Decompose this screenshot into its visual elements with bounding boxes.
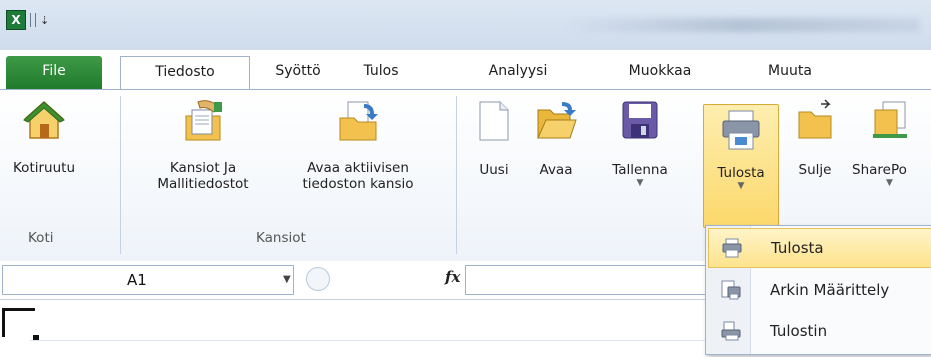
qat-separator [30,13,31,27]
group-separator [120,96,121,254]
quick-access-toolbar: X ⇣ [6,10,49,30]
tab-analyysi[interactable]: Analyysi [472,56,564,90]
group-label-kansiot: Kansiot [256,230,306,246]
open-folder-icon [339,101,378,141]
tallenna-label: Tallenna [612,162,668,178]
cancel-formula-icon[interactable] [306,267,330,291]
sharepoint-icon [872,101,907,138]
avaa-button[interactable]: Avaa [526,98,586,178]
name-box-value: A1 [127,271,147,289]
folder-templates-icon [185,100,222,141]
ribbon-tab-row: File Tiedosto Syöttö Tulos Analyysi Muok… [0,50,931,91]
sharepoint-label: SharePo [852,162,907,178]
formula-buttons: fx [300,265,470,293]
window-title-blurred [560,18,920,32]
kansiot-mallitiedostot-label-1: Kansiot Ja [169,160,237,176]
page-setup-icon [721,280,741,300]
kansiot-mallitiedostot-label-2: Mallitiedostot [157,176,249,192]
name-box-dropdown-icon[interactable]: ▼ [283,274,291,285]
qat-separator [35,13,36,27]
menu-item-label: Tulostin [770,322,828,340]
title-bar: X ⇣ [0,0,931,50]
printer-icon [722,110,760,150]
close-folder-icon [798,99,832,139]
tab-muuta[interactable]: Muuta [750,56,830,90]
new-document-icon [479,101,509,141]
uusi-label: Uusi [479,162,509,178]
menu-item-label: Tulosta [771,239,824,257]
tab-syotto[interactable]: Syöttö [260,56,336,90]
avaa-aktiivisen-label-2: tiedoston kansio [302,176,414,192]
tab-muokkaa[interactable]: Muokkaa [612,56,708,90]
tab-tiedosto[interactable]: Tiedosto [120,56,250,91]
avaa-aktiivisen-label-1: Avaa aktiivisen [307,160,409,176]
sulje-button[interactable]: Sulje [790,98,840,178]
tallenna-dropdown-icon[interactable]: ▼ [600,178,680,188]
name-box[interactable]: A1 ▼ [2,265,294,295]
insert-function-icon[interactable]: fx [445,268,460,286]
sharepoint-button[interactable]: SharePo ▼ [848,98,931,188]
select-all-corner[interactable] [2,308,39,341]
tulosta-dropdown-icon[interactable]: ▼ [704,181,778,191]
tab-tulos[interactable]: Tulos [346,56,416,90]
excel-logo-icon[interactable]: X [6,10,26,30]
menu-item-tulosta[interactable]: Tulosta [708,228,931,268]
save-icon [622,101,658,139]
tab-file[interactable]: File [6,56,102,90]
tulosta-button[interactable]: Tulosta ▼ [703,104,779,228]
tulosta-label: Tulosta [717,165,765,181]
group-separator [456,96,457,254]
sulje-label: Sulje [798,162,832,178]
uusi-button[interactable]: Uusi [466,98,522,178]
printer-icon [722,238,742,258]
menu-item-arkin-maarittely[interactable]: Arkin Määrittely [708,271,931,309]
printer-settings-icon [721,321,741,341]
menu-item-tulostin[interactable]: Tulostin [708,312,931,350]
menu-item-label: Arkin Määrittely [770,281,890,299]
sharepoint-dropdown-icon[interactable]: ▼ [848,178,931,188]
avaa-aktiivisen-kansio-button[interactable]: Avaa aktiivisen tiedoston kansio [278,98,438,192]
kotiruutu-button[interactable]: Kotiruutu [0,98,88,176]
kansiot-mallitiedostot-button[interactable]: Kansiot Ja Mallitiedostot [130,98,276,192]
tallenna-button[interactable]: Tallenna ▼ [600,98,680,188]
print-dropdown-menu: Tulosta Arkin Määrittely Tulostin [705,225,931,355]
customize-qat-dropdown-icon[interactable]: ⇣ [40,14,49,27]
avaa-label: Avaa [539,162,573,178]
home-icon [23,100,65,139]
group-label-koti: Koti [28,230,54,246]
kotiruutu-label: Kotiruutu [13,160,75,176]
open-icon [537,102,577,139]
